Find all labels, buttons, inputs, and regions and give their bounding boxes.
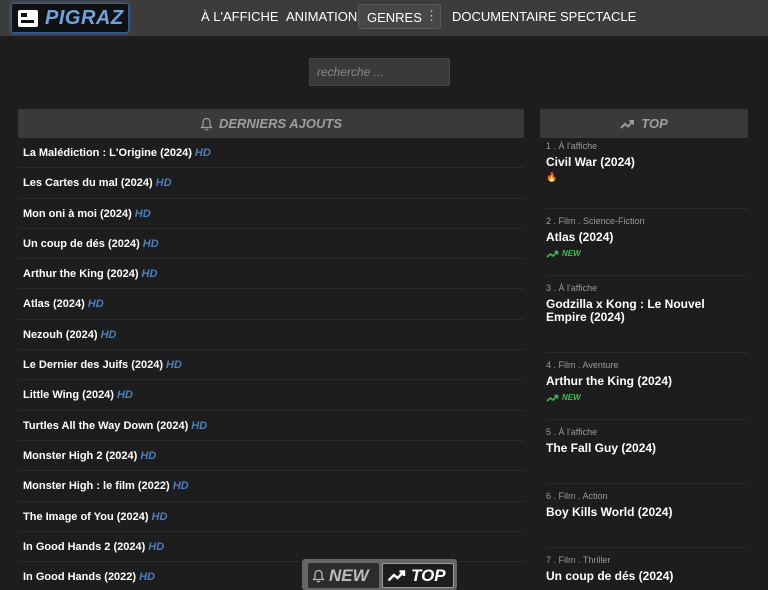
hd-badge: HD bbox=[155, 177, 172, 190]
hd-badge: HD bbox=[166, 359, 182, 372]
latest-item[interactable]: Arthur the King (2024) HD bbox=[18, 259, 524, 290]
more-vertical-icon: ⋮ bbox=[425, 8, 438, 23]
film-icon bbox=[18, 10, 38, 27]
latest-item[interactable]: Turtles All the Way Down (2024) HD bbox=[18, 411, 524, 441]
hd-badge: HD bbox=[116, 389, 133, 402]
search-input[interactable] bbox=[309, 58, 450, 86]
top-item[interactable]: 2 . Film . Science-Fiction Atlas (2024) … bbox=[546, 209, 748, 276]
latest-item[interactable]: Un coup de dés (2024) HD bbox=[18, 229, 524, 260]
top-item-title: Un coup de dés (2024) bbox=[546, 569, 674, 583]
top-item-category: 6 . Film . Action bbox=[546, 491, 608, 501]
hd-badge: HD bbox=[140, 449, 157, 462]
top-button-label: TOP bbox=[411, 565, 446, 585]
hd-badge: HD bbox=[172, 480, 189, 493]
latest-panel-header: DERNIERS AJOUTS bbox=[18, 109, 524, 138]
movie-title: Un coup de dés (2024) bbox=[23, 237, 140, 250]
latest-item[interactable]: Monster High : le film (2022) HD bbox=[18, 471, 524, 502]
hd-badge: HD bbox=[142, 237, 159, 250]
hd-badge: HD bbox=[194, 147, 211, 159]
top-item-category: 3 . À l'affiche bbox=[546, 283, 598, 293]
nav-spectacle[interactable]: SPECTACLE bbox=[560, 9, 636, 24]
top-item[interactable]: 1 . À l'affiche Civil War (2024) 🔥 bbox=[546, 141, 748, 209]
movie-title: In Good Hands 2 (2024) bbox=[23, 540, 146, 553]
top-item-category: 2 . Film . Science-Fiction bbox=[546, 216, 645, 226]
top-item-title: Arthur the King (2024) bbox=[546, 374, 673, 388]
latest-item[interactable]: Le Dernier des Juifs (2024) HD bbox=[18, 350, 524, 381]
movie-title: Monster High 2 (2024) bbox=[23, 449, 138, 462]
new-badge-label: NEW bbox=[562, 249, 581, 258]
hd-badge: HD bbox=[87, 298, 104, 311]
hd-badge: HD bbox=[134, 207, 151, 220]
top-item-title: Godzilla x Kong : Le Nouvel Empire (2024… bbox=[546, 297, 705, 324]
top-navbar: PIGRAZ À L'AFFICHE ANIMATION GENRES ⋮ DO… bbox=[0, 0, 768, 36]
top-item-title: Boy Kills World (2024) bbox=[546, 505, 673, 519]
latest-item[interactable]: In Good Hands 2 (2024) HD bbox=[18, 532, 524, 563]
top-item[interactable]: 6 . Film . Action Boy Kills World (2024) bbox=[546, 484, 748, 548]
movie-title: Le Dernier des Juifs (2024) bbox=[23, 359, 164, 372]
top-item-title: Atlas (2024) bbox=[546, 230, 614, 244]
top-panel-title: TOP bbox=[641, 116, 668, 131]
movie-title: In Good Hands (2022) bbox=[23, 571, 137, 584]
latest-item[interactable]: Mon oni à moi (2024) HD bbox=[18, 199, 524, 229]
latest-item[interactable]: The Image of You (2024) HD bbox=[18, 502, 524, 532]
nav-genres-dropdown[interactable]: GENRES ⋮ bbox=[358, 4, 441, 29]
hd-badge: HD bbox=[191, 419, 208, 432]
logo-text: PIGRAZ bbox=[45, 7, 124, 29]
latest-item[interactable]: Atlas (2024) HD bbox=[18, 289, 524, 320]
top-item[interactable]: 7 . Film . Thriller Un coup de dés (2024… bbox=[546, 548, 748, 590]
top-item-category: 4 . Film . Aventure bbox=[546, 360, 619, 370]
new-button[interactable]: NEW bbox=[308, 563, 379, 588]
bell-icon bbox=[200, 117, 213, 130]
trending-up-icon bbox=[387, 570, 406, 582]
new-badge: NEW bbox=[546, 249, 748, 258]
latest-item[interactable]: La Malédiction : L'Origine (2024) HD bbox=[18, 138, 524, 169]
trending-up-icon bbox=[546, 394, 559, 402]
top-list: 1 . À l'affiche Civil War (2024) 🔥 2 . F… bbox=[546, 141, 748, 590]
hd-badge: HD bbox=[139, 571, 155, 584]
top-item[interactable]: 5 . À l'affiche The Fall Guy (2024) bbox=[546, 420, 748, 484]
new-badge: NEW bbox=[546, 393, 748, 402]
latest-item[interactable]: Little Wing (2024) HD bbox=[18, 380, 524, 411]
movie-title: Little Wing (2024) bbox=[23, 389, 114, 402]
site-logo[interactable]: PIGRAZ bbox=[11, 3, 129, 33]
movie-title: Arthur the King (2024) bbox=[23, 268, 139, 281]
fire-icon: 🔥 bbox=[546, 172, 558, 182]
hd-badge: HD bbox=[148, 540, 165, 553]
movie-title: Atlas (2024) bbox=[23, 298, 85, 311]
top-item-title: The Fall Guy (2024) bbox=[546, 441, 657, 455]
hd-badge: HD bbox=[100, 328, 117, 341]
movie-title: Monster High : le film (2022) bbox=[23, 480, 170, 493]
nav-documentaire[interactable]: DOCUMENTAIRE bbox=[452, 9, 556, 24]
trending-up-icon bbox=[620, 119, 635, 129]
hd-badge: HD bbox=[151, 510, 168, 523]
movie-title: Turtles All the Way Down (2024) bbox=[23, 419, 189, 432]
latest-panel-title: DERNIERS AJOUTS bbox=[218, 116, 343, 131]
movie-title: Les Cartes du mal (2024) bbox=[23, 177, 153, 190]
top-item[interactable]: 4 . Film . Aventure Arthur the King (202… bbox=[546, 353, 748, 420]
trending-up-icon bbox=[546, 250, 559, 258]
top-item-category: 5 . À l'affiche bbox=[546, 427, 598, 437]
latest-item[interactable]: Monster High 2 (2024) HD bbox=[18, 441, 524, 472]
top-item-category: 1 . À l'affiche bbox=[546, 141, 598, 151]
hd-badge: HD bbox=[141, 268, 158, 281]
latest-list: La Malédiction : L'Origine (2024) HD Les … bbox=[18, 138, 524, 590]
movie-title: Mon oni à moi (2024) bbox=[23, 207, 132, 220]
top-panel-header: TOP bbox=[540, 109, 748, 138]
movie-title: The Image of You (2024) bbox=[23, 510, 149, 523]
top-item-title: Civil War (2024) bbox=[546, 155, 635, 169]
new-button-label: NEW bbox=[329, 565, 369, 585]
movie-title: La Malédiction : L'Origine (2024) bbox=[23, 147, 192, 159]
top-item-category: 7 . Film . Thriller bbox=[546, 555, 611, 565]
nav-genres-label: GENRES bbox=[367, 10, 422, 25]
nav-animation[interactable]: ANIMATION bbox=[286, 9, 357, 24]
top-item[interactable]: 3 . À l'affiche Godzilla x Kong : Le Nou… bbox=[546, 276, 748, 353]
nav-a-l-affiche[interactable]: À L'AFFICHE bbox=[201, 9, 279, 24]
bell-icon bbox=[312, 569, 325, 582]
floating-toggle-bar: NEW TOP bbox=[302, 559, 457, 590]
top-button[interactable]: TOP bbox=[382, 563, 454, 588]
new-badge-label: NEW bbox=[562, 393, 581, 402]
latest-item[interactable]: Nezouh (2024) HD bbox=[18, 320, 524, 351]
latest-item[interactable]: Les Cartes du mal (2024) HD bbox=[18, 168, 524, 199]
movie-title: Nezouh (2024) bbox=[23, 328, 98, 341]
